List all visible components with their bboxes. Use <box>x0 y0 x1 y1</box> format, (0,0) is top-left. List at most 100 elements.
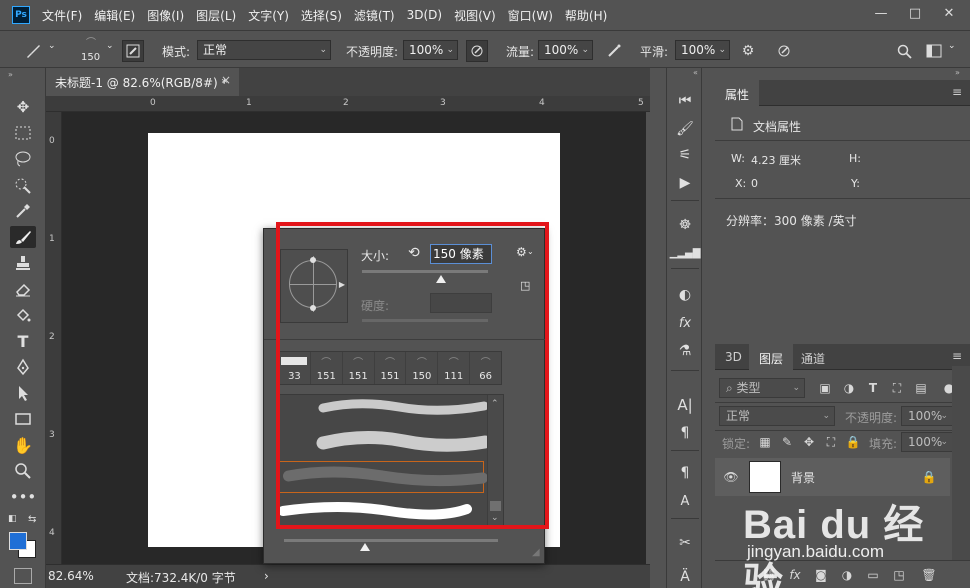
filter-smart-object-icon[interactable]: ▤ <box>913 380 929 396</box>
eyedropper-tool-icon[interactable] <box>10 200 36 222</box>
adjustment-layer-icon[interactable]: ◑ <box>839 567 855 583</box>
styles-fx-icon[interactable]: fx <box>673 312 697 334</box>
lock-paint-icon[interactable]: ✎ <box>779 434 795 450</box>
document-tab[interactable]: 未标题-1 @ 82.6%(RGB/8#) * × <box>46 68 239 96</box>
eraser-tool-icon[interactable] <box>10 278 36 300</box>
preview-size-thumb[interactable] <box>360 543 370 551</box>
scroll-up-icon[interactable]: ⌃ <box>491 399 499 409</box>
paint-bucket-tool-icon[interactable] <box>10 304 36 326</box>
flow-input[interactable]: 100% ⌄ <box>538 40 593 60</box>
delete-layer-icon[interactable]: 🗑 <box>921 567 937 583</box>
layer-lock-icon[interactable]: 🔒 <box>921 469 937 485</box>
layer-row-background[interactable]: 👁 背景 🔒 <box>715 458 950 496</box>
paragraph-icon[interactable]: ¶ <box>673 422 697 444</box>
add-mask-icon[interactable]: ◙ <box>813 567 829 583</box>
filter-type-icon[interactable]: T <box>865 380 881 396</box>
brush-preset-item[interactable]: ⌒ 151 <box>375 352 407 384</box>
restore-button[interactable]: □ <box>904 3 926 23</box>
pen-tool-icon[interactable] <box>10 356 36 378</box>
brush-settings-icon[interactable]: 🖌 <box>673 118 697 140</box>
zoom-level[interactable]: 82.64% <box>48 569 94 583</box>
layer-name[interactable]: 背景 <box>791 469 815 486</box>
status-menu-arrow[interactable]: › <box>264 569 269 583</box>
brush-settings-gear-icon[interactable]: ⚙ <box>516 245 527 259</box>
link-layers-icon[interactable]: ⛓ <box>761 567 777 583</box>
brush-preset-item[interactable]: ⌒ 151 <box>311 352 343 384</box>
tab-layers[interactable]: 图层 <box>749 344 794 370</box>
brush-tool-icon[interactable] <box>10 226 36 248</box>
layers-scrollbar[interactable] <box>952 366 970 576</box>
brush-stroke-item[interactable] <box>279 395 489 427</box>
lock-position-icon[interactable]: ✥ <box>801 434 817 450</box>
lock-all-icon[interactable]: 🔒 <box>845 434 861 450</box>
tools-crossed-icon[interactable]: ✂ <box>673 532 697 554</box>
navigator-icon[interactable]: ☸ <box>673 214 697 236</box>
minimize-button[interactable]: — <box>870 3 892 23</box>
pressure-opacity-icon[interactable] <box>466 40 488 62</box>
workspace-dropdown-icon[interactable]: ⌄ <box>948 41 956 51</box>
visibility-eye-icon[interactable]: 👁 <box>723 469 739 485</box>
new-layer-icon[interactable]: ◳ <box>891 567 907 583</box>
character-styles-icon[interactable]: A <box>673 490 697 512</box>
tab-properties[interactable]: 属性 <box>715 80 760 106</box>
actions-play-icon[interactable]: ▶ <box>673 172 697 194</box>
menu-select[interactable]: 选择(S) <box>301 7 342 24</box>
history-icon[interactable]: ⏮ <box>673 90 697 112</box>
clone-source-icon[interactable]: ⚗ <box>673 340 697 362</box>
menu-filter[interactable]: 滤镜(T) <box>354 7 395 24</box>
menu-help[interactable]: 帮助(H) <box>565 7 607 24</box>
list-scrollbar[interactable]: ⌃ ⌄ <box>487 395 503 525</box>
brush-preset-item[interactable]: 33 <box>279 352 311 384</box>
path-selection-tool-icon[interactable] <box>10 382 36 404</box>
brush-stroke-item[interactable] <box>279 427 489 459</box>
layer-opacity-input[interactable]: 100% ⌄ <box>901 406 953 426</box>
hand-tool-icon[interactable]: ✋ <box>10 434 36 456</box>
brush-preset-item[interactable]: ⌒ 150 <box>406 352 439 384</box>
filter-pixel-icon[interactable]: ▣ <box>817 380 833 396</box>
menu-window[interactable]: 窗口(W) <box>508 7 553 24</box>
filter-shape-icon[interactable]: ⛶ <box>889 380 905 396</box>
tool-presets-icon[interactable]: ⚟ <box>673 144 697 166</box>
fill-input[interactable]: 100% ⌄ <box>901 432 953 452</box>
close-tab-icon[interactable]: × <box>221 73 231 87</box>
glyphs-icon[interactable]: Ä <box>673 566 697 588</box>
rectangle-tool-icon[interactable] <box>10 408 36 430</box>
size-slider[interactable] <box>362 270 488 273</box>
resize-grip-icon[interactable]: ◢ <box>532 547 540 558</box>
horizontal-ruler[interactable]: 0 1 2 3 4 5 <box>46 96 650 112</box>
new-group-icon[interactable]: ▭ <box>865 567 881 583</box>
brush-stroke-item[interactable] <box>279 495 489 525</box>
menu-view[interactable]: 视图(V) <box>454 7 496 24</box>
menu-type[interactable]: 文字(Y) <box>248 7 289 24</box>
roundness-handle[interactable] <box>310 257 316 263</box>
brush-size-preview[interactable]: ⌒ 150 <box>72 34 108 66</box>
collapse-icon[interactable]: » <box>8 70 13 79</box>
collapse-icon[interactable]: » <box>955 68 960 77</box>
search-icon[interactable] <box>893 40 915 62</box>
move-tool-icon[interactable]: ✥ <box>10 96 36 118</box>
panel-menu-icon[interactable]: ≡ <box>952 85 962 99</box>
width-value[interactable]: 4.23 厘米 <box>751 152 801 168</box>
stamp-tool-icon[interactable] <box>10 252 36 274</box>
brush-preset-item[interactable]: ⌒ 151 <box>343 352 375 384</box>
tab-3d[interactable]: 3D <box>715 344 752 370</box>
filter-adjustment-icon[interactable]: ◑ <box>841 380 857 396</box>
size-input[interactable]: 150 像素 <box>430 244 492 264</box>
airbrush-icon[interactable] <box>603 40 625 62</box>
lock-artboard-icon[interactable]: ⛶ <box>823 434 839 450</box>
more-tools-icon[interactable]: ••• <box>10 486 37 508</box>
pressure-size-icon[interactable] <box>773 40 795 62</box>
panel-menu-icon[interactable]: ≡ <box>952 349 962 363</box>
collapse-icon[interactable]: « <box>693 68 698 77</box>
smoothing-input[interactable]: 100% ⌄ <box>675 40 730 60</box>
swap-colors-icon[interactable]: ⇆ <box>28 514 36 525</box>
blend-mode-select[interactable]: 正常 ⌄ <box>719 406 835 426</box>
mode-select[interactable]: 正常 ⌄ <box>197 40 331 60</box>
close-window-button[interactable]: ✕ <box>938 3 960 23</box>
brush-picker-dropdown-icon[interactable]: ⌄ <box>106 41 114 51</box>
layer-style-fx-icon[interactable]: fx <box>787 567 803 583</box>
type-tool-icon[interactable]: T <box>10 330 36 352</box>
photoshop-logo-icon[interactable]: Ps <box>12 6 30 24</box>
foreground-color-swatch[interactable] <box>9 532 27 550</box>
brush-tool-preset-icon[interactable] <box>22 40 44 62</box>
